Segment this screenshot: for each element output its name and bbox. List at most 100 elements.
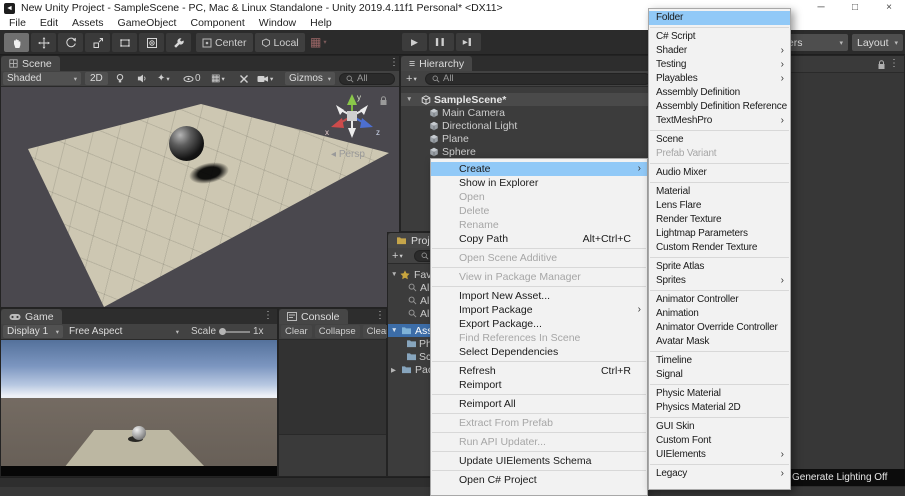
context-menu-item[interactable]: Copy Path Alt+Ctrl+C › — [431, 232, 647, 246]
custom-tool-button[interactable] — [166, 33, 191, 52]
submenu-item[interactable]: › — [650, 417, 789, 418]
submenu-item[interactable]: Audio Mixer › — [649, 166, 790, 180]
scene-camera-button[interactable]: ▾ — [257, 74, 273, 84]
context-menu-item[interactable]: Show in Explorer › — [431, 176, 647, 190]
context-menu-item[interactable]: Open C# Project › — [431, 473, 647, 487]
menu-bar-item[interactable]: Help — [303, 17, 339, 29]
menu-bar-item[interactable]: File — [2, 17, 33, 29]
scene-grid-button[interactable]: ▦ ▾ — [211, 73, 225, 84]
scene-menu-icon[interactable]: ⋮ — [389, 57, 399, 68]
collapse-arrow-icon[interactable]: ▶ — [391, 366, 396, 374]
context-menu-item[interactable]: › — [432, 248, 646, 249]
submenu-item[interactable]: › — [650, 130, 789, 131]
console-menu-icon[interactable]: ⋮ — [375, 310, 385, 321]
generate-lighting-status[interactable]: Generate Lighting Off — [787, 469, 905, 486]
perspective-label[interactable]: ◂ Persp — [331, 149, 365, 160]
context-menu-item[interactable]: Update UIElements Schema › — [431, 454, 647, 468]
scene-viewport[interactable]: y x z ◂ Persp — [1, 87, 399, 307]
submenu-item[interactable]: Lens Flare › — [649, 199, 790, 213]
game-menu-icon[interactable]: ⋮ — [263, 310, 273, 321]
minimize-button[interactable]: ─ — [806, 0, 836, 16]
submenu-item[interactable]: Testing › — [649, 58, 790, 72]
transform-tool-button[interactable] — [139, 33, 164, 52]
submenu-item[interactable]: Assembly Definition Reference › — [649, 100, 790, 114]
menu-bar-item[interactable]: Window — [252, 17, 303, 29]
context-menu-item[interactable]: Find References In Scene › — [431, 331, 647, 345]
scene-search-input[interactable]: All — [339, 72, 395, 85]
display-dropdown[interactable]: Display 1 ▾ — [3, 325, 63, 338]
pivot-local-button[interactable]: Local — [254, 33, 305, 52]
gizmos-dropdown[interactable]: Gizmos ▾ — [285, 72, 335, 85]
menu-bar-item[interactable]: Assets — [65, 17, 111, 29]
lock-icon[interactable] — [379, 96, 388, 106]
scene-audio-button[interactable] — [137, 73, 148, 84]
context-menu-item[interactable]: Run API Updater... › — [431, 435, 647, 449]
scale-tool-button[interactable] — [85, 33, 110, 52]
inspector-menu-icon[interactable]: ⋮ — [889, 58, 899, 69]
context-menu-item[interactable]: › — [432, 451, 646, 452]
shading-mode-dropdown[interactable]: Shaded ▾ — [3, 72, 81, 85]
submenu-item[interactable]: Physics Material 2D › — [649, 401, 790, 415]
hierarchy-item[interactable]: Sphere — [401, 145, 656, 158]
submenu-item[interactable]: Render Texture › — [649, 213, 790, 227]
menu-bar-item[interactable]: Component — [183, 17, 251, 29]
submenu-item[interactable]: Custom Font › — [649, 434, 790, 448]
scene-lighting-button[interactable] — [115, 73, 125, 84]
hierarchy-add-button[interactable]: + ▾ — [406, 73, 417, 85]
slider-knob[interactable] — [219, 328, 226, 335]
submenu-item[interactable]: Lightmap Parameters › — [649, 227, 790, 241]
context-menu-item[interactable]: Import New Asset... › — [431, 289, 647, 303]
submenu-item[interactable]: Legacy › — [649, 467, 790, 481]
collapse-arrow-icon[interactable]: ▼ — [391, 271, 397, 278]
submenu-item[interactable]: › — [650, 351, 789, 352]
context-menu-item[interactable]: › — [432, 470, 646, 471]
context-menu-item[interactable]: Import Package › — [431, 303, 647, 317]
menu-bar-item[interactable]: Edit — [33, 17, 65, 29]
sphere-object[interactable] — [169, 126, 204, 161]
submenu-item[interactable]: C# Script › — [649, 30, 790, 44]
context-menu-item[interactable]: › — [432, 413, 646, 414]
context-menu-item[interactable]: › — [432, 432, 646, 433]
submenu-item[interactable]: › — [650, 464, 789, 465]
hierarchy-item[interactable]: Directional Light — [401, 119, 656, 132]
hierarchy-item[interactable]: Plane — [401, 132, 656, 145]
context-menu-item[interactable]: Reimport All › — [431, 397, 647, 411]
hierarchy-scene-row[interactable]: ▼ SampleScene* — [401, 93, 656, 106]
play-button[interactable]: ▶ — [402, 33, 427, 51]
submenu-item[interactable]: › — [650, 384, 789, 385]
context-menu-item[interactable]: Open Scene Additive › — [431, 251, 647, 265]
submenu-item[interactable]: UIElements › — [649, 448, 790, 462]
submenu-item[interactable]: › — [650, 27, 789, 28]
layout-dropdown[interactable]: Layout ▾ — [852, 34, 903, 51]
context-menu-item[interactable]: › — [432, 286, 646, 287]
maximize-button[interactable]: □ — [840, 0, 870, 16]
submenu-item[interactable]: Sprites › — [649, 274, 790, 288]
submenu-item[interactable]: GUI Skin › — [649, 420, 790, 434]
submenu-item[interactable]: Playables › — [649, 72, 790, 86]
2d-toggle-button[interactable]: 2D — [85, 72, 108, 85]
pivot-center-button[interactable]: Center — [196, 33, 253, 52]
submenu-item[interactable]: › — [650, 290, 789, 291]
project-add-button[interactable]: + ▾ — [392, 250, 403, 262]
context-menu-item[interactable]: Rename › — [431, 218, 647, 232]
context-menu-item[interactable]: Create › — [431, 162, 647, 176]
scene-effects-button[interactable]: ✦ ▾ — [157, 73, 170, 84]
context-menu-item[interactable]: › — [432, 394, 646, 395]
context-menu-item[interactable]: Refresh Ctrl+R › — [431, 364, 647, 378]
context-menu-item[interactable]: › — [432, 267, 646, 268]
tab-game[interactable]: Game — [1, 309, 62, 324]
grid-snap-button[interactable]: ▦ ▾ — [310, 35, 327, 49]
submenu-item[interactable]: Assembly Definition › — [649, 86, 790, 100]
collapse-arrow-icon[interactable]: ▼ — [406, 96, 412, 103]
close-button[interactable]: × — [874, 0, 904, 16]
submenu-item[interactable]: Animator Controller › — [649, 293, 790, 307]
context-menu-item[interactable]: Extract From Prefab › — [431, 416, 647, 430]
submenu-item[interactable]: Sprite Atlas › — [649, 260, 790, 274]
submenu-item[interactable]: Timeline › — [649, 354, 790, 368]
scene-visibility-button[interactable]: 0 — [183, 73, 201, 84]
submenu-item[interactable]: Custom Render Texture › — [649, 241, 790, 255]
submenu-item[interactable]: Material › — [649, 185, 790, 199]
submenu-item[interactable]: Prefab Variant › — [649, 147, 790, 161]
tab-scene[interactable]: Scene — [1, 56, 60, 71]
lock-icon[interactable] — [877, 60, 886, 70]
